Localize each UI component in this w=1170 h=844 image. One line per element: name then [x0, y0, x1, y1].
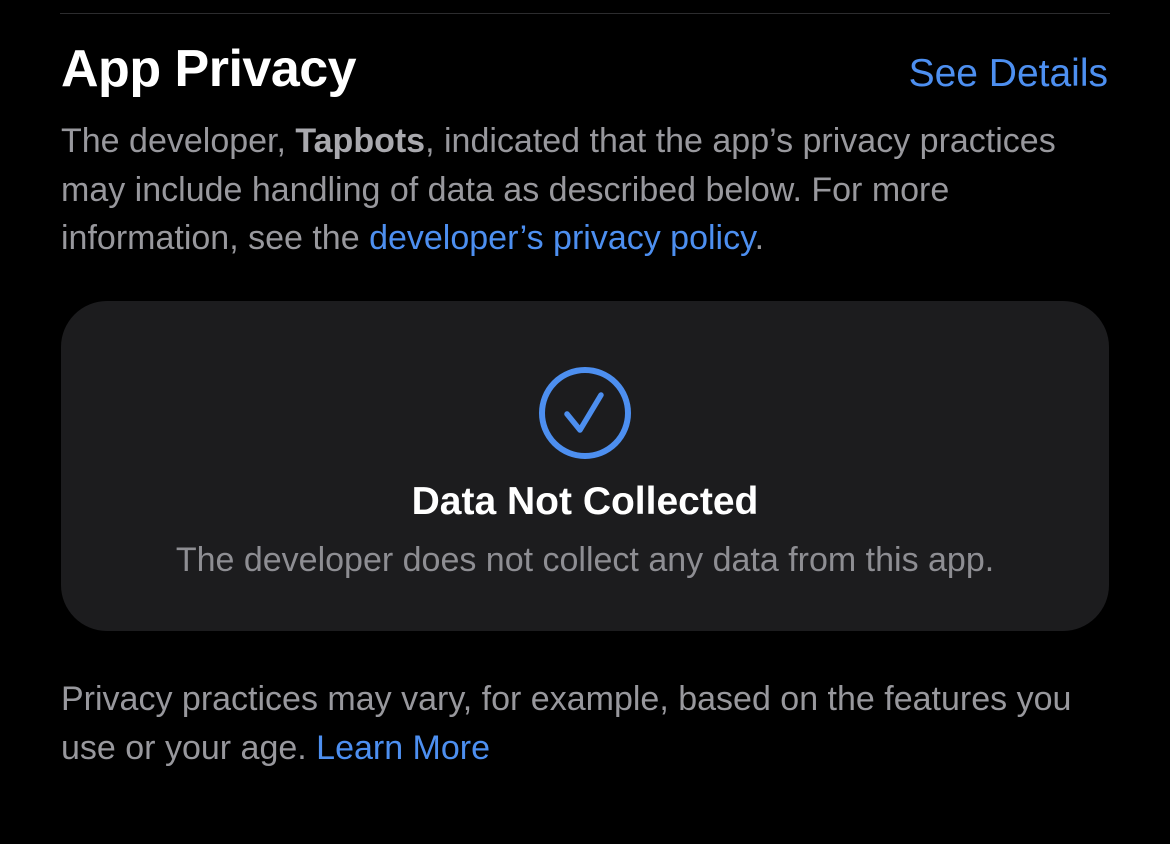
section-divider: [60, 13, 1110, 14]
footer-text: Privacy practices may vary, for example,…: [61, 680, 1072, 767]
card-title: Data Not Collected: [411, 480, 759, 523]
privacy-description: The developer, Tapbots, indicated that t…: [61, 117, 1121, 263]
checkmark-circle-icon: [539, 367, 631, 459]
privacy-policy-link[interactable]: developer’s privacy policy: [369, 219, 755, 257]
privacy-footer: Privacy practices may vary, for example,…: [61, 675, 1121, 772]
data-not-collected-card: Data Not Collected The developer does no…: [61, 301, 1109, 631]
description-prefix: The developer,: [61, 122, 296, 160]
developer-name: Tapbots: [295, 122, 426, 160]
learn-more-link[interactable]: Learn More: [316, 729, 490, 767]
section-title: App Privacy: [61, 40, 357, 98]
description-suffix: .: [754, 219, 765, 257]
app-privacy-header: App Privacy See Details: [61, 36, 1108, 106]
card-subtitle: The developer does not collect any data …: [175, 541, 995, 579]
see-details-link[interactable]: See Details: [909, 48, 1108, 100]
